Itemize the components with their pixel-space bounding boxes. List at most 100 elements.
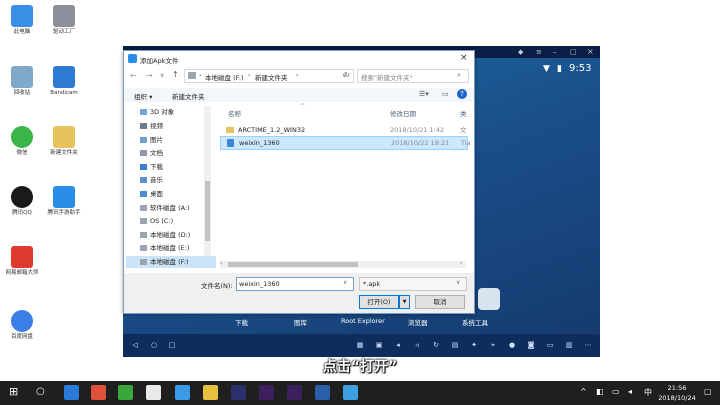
desktop-icon-new-folder[interactable]: 新建文件夹: [46, 126, 82, 157]
notes-icon[interactable]: [203, 385, 218, 400]
tree-item-drive-c[interactable]: OS (C:): [140, 215, 173, 227]
tree-item-music[interactable]: 音乐: [140, 174, 163, 186]
search-icon[interactable]: ⌕: [457, 71, 461, 80]
notification-icon[interactable]: ▢: [704, 387, 712, 396]
filename-input[interactable]: weixin_1360: [239, 280, 280, 288]
more-icon[interactable]: ⋯: [584, 341, 592, 349]
refresh-icon[interactable]: ↻: [344, 71, 350, 79]
android-app-gallery[interactable]: 图库: [294, 317, 307, 327]
organize-button[interactable]: 组织 ▾: [134, 91, 152, 101]
tree-item-documents[interactable]: 文档: [140, 147, 163, 159]
camera-icon[interactable]: ◙: [527, 341, 535, 349]
emulator-minimize-icon[interactable]: –: [553, 48, 557, 56]
up-arrow-icon[interactable]: ↑: [172, 70, 179, 79]
desktop-icon-recycle-bin[interactable]: 回收站: [4, 66, 40, 97]
search-input[interactable]: 搜索"新建文件夹": [361, 72, 412, 82]
volume-down-icon[interactable]: ◃: [413, 341, 421, 349]
location-icon[interactable]: ⌖: [489, 341, 497, 349]
tree-item-videos[interactable]: 视频: [140, 120, 163, 132]
file-row-arctime[interactable]: ARCTIME_1.2_WIN32 2018/10/21 1:42 文: [220, 124, 467, 136]
cortana-icon[interactable]: ○: [36, 386, 48, 398]
apk-install-icon[interactable]: ▤: [451, 341, 459, 349]
file-list-scrollbar[interactable]: ‹ ›: [220, 260, 466, 268]
desktop-icon-wechat[interactable]: 微信: [4, 126, 40, 157]
tree-item-drive-a[interactable]: 软件磁盘 (A:): [140, 202, 190, 214]
open-dropdown-icon[interactable]: ▼: [399, 295, 410, 309]
scrollbar-thumb[interactable]: [228, 262, 358, 267]
emulator-menu-icon[interactable]: ◆: [518, 48, 523, 56]
filename-field[interactable]: weixin_1360 ∨: [236, 277, 354, 291]
clock-time[interactable]: 21:56: [661, 384, 693, 392]
windows-start-icon[interactable]: ⊞: [9, 386, 21, 398]
desktop-icon-bandicam[interactable]: Bandicam: [46, 66, 82, 97]
scrollbar-thumb[interactable]: [205, 181, 210, 241]
baidu-icon[interactable]: [91, 385, 106, 400]
tray-app-icon[interactable]: ◧: [596, 387, 604, 396]
multi-window-icon[interactable]: ▥: [565, 341, 573, 349]
tree-item-pictures[interactable]: 图片: [140, 134, 163, 146]
cancel-button[interactable]: 取消: [415, 295, 465, 309]
help-icon[interactable]: ?: [457, 89, 467, 99]
column-header-type[interactable]: 类: [460, 108, 467, 118]
view-options-icon[interactable]: ☰▾: [419, 90, 429, 98]
file-type-select[interactable]: *.apk ∨: [359, 277, 467, 291]
search-box[interactable]: 搜索"新建文件夹" ⌕: [357, 69, 469, 83]
emulator-close-icon[interactable]: ×: [587, 47, 594, 56]
tree-item-3d-objects[interactable]: 3D 对象: [140, 106, 174, 118]
column-header-name[interactable]: 名称: [228, 108, 241, 118]
tree-item-drive-f[interactable]: 本地磁盘 (F:): [126, 256, 216, 268]
new-folder-button[interactable]: 新建文件夹: [172, 91, 205, 101]
app-tile-icon[interactable]: [478, 288, 500, 310]
tray-expand-icon[interactable]: ^: [580, 387, 587, 396]
tree-item-desktop[interactable]: 桌面: [140, 188, 163, 200]
android-app-system-tools[interactable]: 系统工具: [462, 317, 488, 327]
recent-dropdown-icon[interactable]: ∨: [160, 72, 164, 79]
breadcrumb-folder[interactable]: 新建文件夹: [255, 72, 288, 82]
tree-item-downloads[interactable]: 下载: [140, 161, 163, 173]
preview-pane-icon[interactable]: ▭: [442, 90, 449, 98]
file-row-weixin[interactable]: weixin_1360 2018/10/22 19:21 Tia: [220, 136, 471, 150]
desktop-icon-driver[interactable]: 驱动工厂: [46, 5, 82, 36]
player-icon[interactable]: [146, 385, 161, 400]
rotate-icon[interactable]: ↻: [432, 341, 440, 349]
aftereffects-icon[interactable]: [287, 385, 302, 400]
emulator-maximize-icon[interactable]: □: [570, 48, 577, 56]
back-arrow-icon[interactable]: ←: [130, 71, 137, 80]
keyboard-icon[interactable]: ▦: [356, 341, 364, 349]
ime-indicator[interactable]: 中: [644, 387, 652, 398]
emulator-settings-icon[interactable]: ≡: [536, 48, 542, 56]
window-app-icon[interactable]: [315, 385, 330, 400]
tree-item-drive-d[interactable]: 本地磁盘 (D:): [140, 229, 190, 241]
home-icon[interactable]: ○: [150, 341, 158, 349]
desktop-icon-baidu-netdisk[interactable]: 百度网盘: [4, 310, 40, 341]
filename-dropdown-icon[interactable]: ∨: [343, 279, 347, 286]
tencent-meeting-icon[interactable]: [175, 385, 190, 400]
column-header-date[interactable]: 修改日期: [390, 108, 416, 118]
emulator-app-icon[interactable]: [343, 385, 358, 400]
android-app-root-explorer[interactable]: Root Explorer: [341, 317, 385, 325]
desktop-icon-tencent-games[interactable]: 腾讯手游助手: [46, 186, 82, 217]
speaker-icon[interactable]: ◂: [628, 387, 632, 396]
back-icon[interactable]: ◁: [131, 341, 139, 349]
scroll-left-icon[interactable]: ‹: [220, 260, 222, 267]
breadcrumb-drive[interactable]: 本地磁盘 (F:): [205, 72, 244, 82]
close-icon[interactable]: ×: [460, 53, 468, 63]
volume-up-icon[interactable]: ◂: [394, 341, 402, 349]
android-app-download[interactable]: 下载: [235, 317, 248, 327]
utorrent-icon[interactable]: [118, 385, 133, 400]
share-folder-icon[interactable]: ▭: [546, 341, 554, 349]
record-icon[interactable]: ●: [508, 341, 516, 349]
screenshot-icon[interactable]: ▣: [375, 341, 383, 349]
navigation-scrollbar[interactable]: [204, 106, 211, 256]
recent-apps-icon[interactable]: □: [168, 341, 176, 349]
desktop-icon-qq[interactable]: 腾讯QQ: [4, 186, 40, 217]
desktop-icon-this-pc[interactable]: 此电脑: [4, 5, 40, 36]
clock-date[interactable]: 2018/10/24: [656, 394, 698, 402]
edge-icon[interactable]: [64, 385, 79, 400]
network-icon[interactable]: ▭: [612, 387, 620, 396]
address-bar[interactable]: › 本地磁盘 (F:) › 新建文件夹 › ∨: [184, 69, 354, 83]
premiere-icon[interactable]: [259, 385, 274, 400]
desktop-icon-netease-mail[interactable]: 网易邮箱大师: [4, 246, 40, 277]
tree-item-drive-e[interactable]: 本地磁盘 (E:): [140, 242, 189, 254]
photoshop-icon[interactable]: [231, 385, 246, 400]
